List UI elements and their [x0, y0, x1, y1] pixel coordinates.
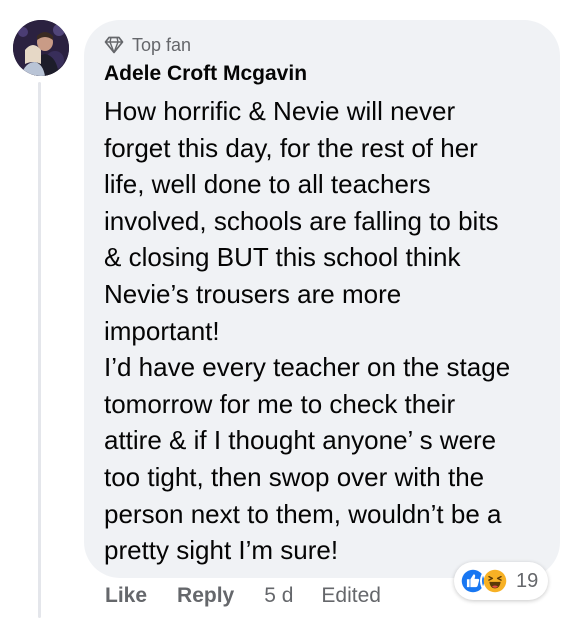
comment-line: tomorrow for me to check their: [104, 388, 456, 419]
like-button[interactable]: Like: [105, 584, 147, 608]
edited-label[interactable]: Edited: [321, 584, 381, 608]
author-name[interactable]: Adele Croft Mcgavin: [104, 62, 307, 86]
comment-line: forget this day, for the rest of her: [104, 132, 478, 163]
avatar[interactable]: [13, 20, 69, 76]
timestamp[interactable]: 5 d: [264, 584, 293, 608]
badge-label: Top fan: [132, 34, 192, 55]
reply-button[interactable]: Reply: [177, 584, 234, 608]
comment-line: & closing BUT this school think: [104, 242, 461, 273]
comment-line: person next to them, wouldn’t be a: [104, 498, 502, 529]
comment-actions: Like Reply 5 d Edited: [105, 581, 381, 611]
avatar-photo: [13, 20, 69, 76]
diamond-icon: [104, 36, 124, 54]
comment-line: involved, schools are falling to bits: [104, 205, 499, 236]
comment-line: I’d have every teacher on the stage: [104, 352, 511, 383]
comment-text: How horrific & Nevie will never forget t…: [104, 93, 554, 569]
comment-line: Nevie’s trousers are more: [104, 278, 402, 309]
comment-line: too tight, then swop over with the: [104, 461, 485, 492]
comment-line: How horrific & Nevie will never: [104, 96, 456, 126]
comment-line: attire & if I thought anyone’ s were: [104, 425, 497, 456]
reaction-count: 19: [516, 569, 539, 592]
comment-line: life, well done to all teachers: [104, 169, 431, 200]
comment-line: important!: [104, 315, 220, 346]
reaction-summary[interactable]: 19: [454, 562, 549, 600]
reply-thread-line: [38, 82, 41, 618]
haha-reaction-icon: [480, 566, 510, 596]
top-fan-badge[interactable]: Top fan: [104, 33, 191, 57]
